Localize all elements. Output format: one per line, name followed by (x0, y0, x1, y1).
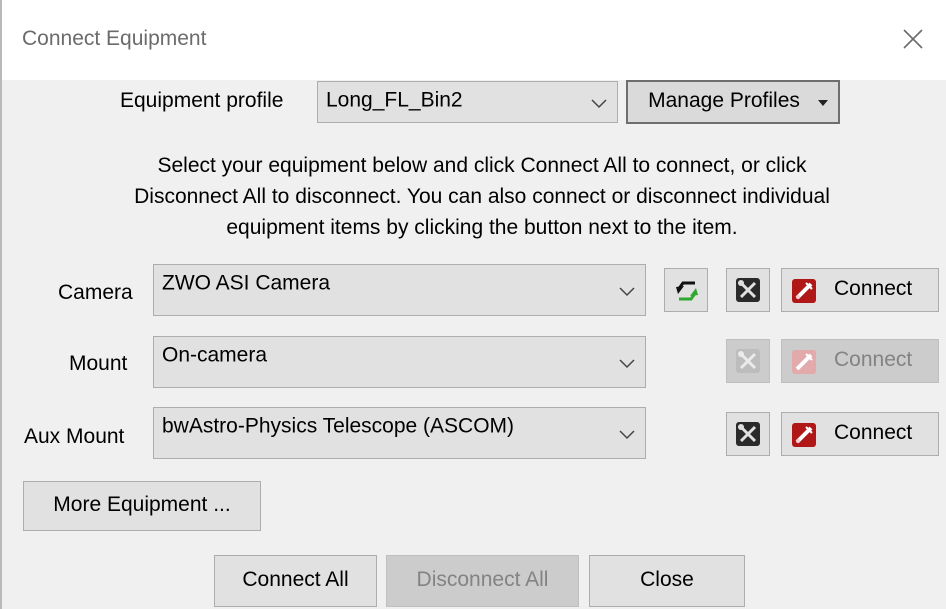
close-label: Close (640, 567, 694, 591)
aux-mount-label: Aux Mount (24, 425, 125, 448)
equipment-profile-value: Long_FL_Bin2 (326, 88, 463, 112)
mount-connect-button[interactable]: Connect (781, 339, 939, 383)
aux-mount-connect-button[interactable]: Connect (781, 412, 939, 456)
mount-label: Mount (69, 352, 128, 375)
disconnect-all-button[interactable]: Disconnect All (386, 555, 579, 607)
mount-connect-label: Connect (834, 347, 913, 371)
more-equipment-button[interactable]: More Equipment ... (23, 481, 261, 531)
plug-icon (792, 350, 816, 374)
connect-all-button[interactable]: Connect All (214, 555, 377, 607)
instructions-line: Disconnect All to disconnect. You can al… (134, 185, 830, 208)
equipment-profile-label: Equipment profile (120, 89, 284, 112)
connect-all-label: Connect All (242, 567, 349, 591)
camera-settings-button[interactable] (726, 268, 770, 312)
disconnect-all-label: Disconnect All (416, 567, 549, 591)
camera-label: Camera (58, 281, 133, 304)
instructions-line: equipment items by clicking the button n… (226, 216, 738, 239)
equipment-profile-select[interactable]: Long_FL_Bin2 (317, 81, 618, 123)
camera-select[interactable]: ZWO ASI Camera (153, 264, 646, 316)
tools-icon (736, 422, 760, 446)
plug-icon (792, 423, 816, 447)
tools-icon (736, 349, 760, 373)
aux-mount-select[interactable]: bwAstro-Physics Telescope (ASCOM) (153, 407, 646, 459)
instructions-text: Select your equipment below and click Co… (42, 150, 922, 243)
manage-profiles-label: Manage Profiles (648, 88, 800, 112)
chevron-down-icon (591, 99, 607, 109)
chevron-down-icon (619, 287, 635, 297)
camera-value: ZWO ASI Camera (162, 271, 331, 295)
more-equipment-label: More Equipment ... (53, 492, 231, 516)
manage-profiles-button[interactable]: Manage Profiles (626, 80, 840, 124)
plug-icon (792, 279, 816, 303)
chevron-down-icon (619, 359, 635, 369)
camera-connect-label: Connect (834, 276, 913, 300)
tools-icon (736, 278, 760, 302)
aux-mount-connect-label: Connect (834, 420, 913, 444)
camera-connect-button[interactable]: Connect (781, 268, 939, 312)
connect-equipment-dialog: Connect Equipment Equipment profile Long… (0, 0, 946, 609)
mount-value: On-camera (162, 343, 268, 367)
dialog-title: Connect Equipment (22, 27, 207, 50)
aux-mount-settings-button[interactable] (726, 412, 770, 456)
title-bar: Connect Equipment (2, 0, 946, 80)
caret-down-icon (818, 100, 828, 106)
swap-camera-button[interactable] (664, 268, 708, 312)
mount-settings-button[interactable] (726, 339, 770, 383)
swap-arrows-icon (676, 281, 698, 301)
mount-select[interactable]: On-camera (153, 336, 646, 388)
close-icon[interactable] (898, 24, 928, 54)
close-button[interactable]: Close (589, 555, 745, 607)
aux-mount-value: bwAstro-Physics Telescope (ASCOM) (162, 414, 515, 438)
chevron-down-icon (619, 430, 635, 440)
instructions-line: Select your equipment below and click Co… (157, 154, 807, 177)
